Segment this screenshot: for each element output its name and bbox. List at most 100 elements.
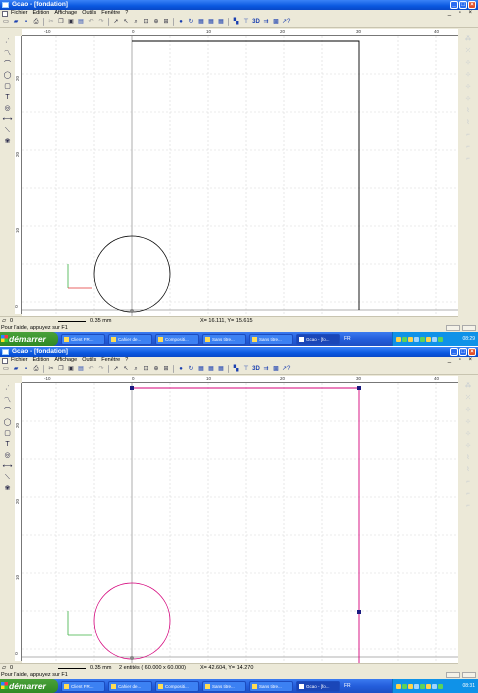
undo-icon[interactable]: ↶ (87, 365, 95, 373)
text-tool-icon[interactable]: T (3, 93, 13, 102)
refresh-icon[interactable]: ↻ (187, 18, 195, 26)
clock[interactable]: 08:29 (462, 336, 475, 342)
task-button[interactable]: Cahier de... (108, 680, 152, 692)
window-titlebar[interactable]: Gcao - [fondation] _ □ × (0, 0, 478, 10)
chamfer-icon[interactable]: ⌐ (463, 490, 473, 498)
drawing-svg[interactable] (22, 383, 458, 663)
zoom-icon[interactable]: ⌕ (132, 365, 140, 373)
tray-icon[interactable] (426, 683, 431, 689)
clock[interactable]: 08:31 (462, 683, 475, 689)
task-button[interactable]: Client FR... (61, 333, 105, 345)
copy-icon[interactable]: ❐ (57, 18, 65, 26)
language-indicator[interactable]: FR (344, 336, 351, 342)
chart3-icon[interactable]: ▦ (217, 18, 225, 26)
symbol-tool-icon[interactable]: ❀ (3, 484, 13, 493)
paste-icon[interactable]: ▣ (67, 18, 75, 26)
menu-fichier[interactable]: Fichier (11, 357, 28, 364)
copy-entity-icon[interactable]: ⤫ (463, 47, 473, 55)
select-arrow-icon[interactable]: ➚ (112, 365, 120, 373)
tray-icon[interactable] (432, 336, 437, 342)
dimension-tool-icon[interactable]: ⟷ (3, 462, 13, 471)
zoom-in-icon[interactable]: ⊕ (152, 18, 160, 26)
menu-outils[interactable]: Outils (82, 10, 96, 17)
task-button[interactable]: Compositi... (155, 680, 199, 692)
tray-icon[interactable] (408, 336, 413, 342)
offset-icon[interactable]: ⌇ (463, 107, 473, 115)
document-icon[interactable] (2, 10, 8, 17)
open-icon[interactable]: ▰ (12, 18, 20, 26)
hatch-tool-icon[interactable]: ◎ (3, 451, 13, 460)
trim-tool-icon[interactable]: ⟍ (3, 126, 13, 135)
break-icon[interactable]: ⌇ (463, 466, 473, 474)
mirror-icon[interactable]: ⊹ (463, 71, 473, 79)
tray-icon[interactable] (414, 336, 419, 342)
dimension-icon[interactable]: ⊤ (242, 365, 250, 373)
offset-icon[interactable]: ⌇ (463, 454, 473, 462)
print-icon[interactable]: ⎙ (32, 365, 40, 373)
drawing-canvas[interactable] (22, 383, 458, 663)
window-titlebar[interactable]: Gcao - [fondation] _ □ × (0, 347, 478, 357)
maximize-button[interactable]: □ (459, 348, 467, 356)
tray-icon[interactable] (414, 683, 419, 689)
rectangle-entity-selected[interactable] (132, 387, 360, 663)
rotate-icon[interactable]: ⊹ (463, 406, 473, 414)
task-button[interactable]: Compositi... (155, 333, 199, 345)
minimize-button[interactable]: _ (450, 1, 458, 9)
help-pointer-icon[interactable]: ↗? (282, 18, 290, 26)
move-icon[interactable]: ⁂ (463, 382, 473, 390)
hatch-tool-icon[interactable]: ◎ (3, 104, 13, 113)
arc-tool-icon[interactable]: ⌒ (3, 60, 13, 69)
globe-icon[interactable]: ● (177, 18, 185, 26)
mdi-window-controls[interactable]: _ ▫ × (448, 10, 475, 17)
open-icon[interactable]: ▰ (12, 365, 20, 373)
explode-icon[interactable]: ⌐ (463, 155, 473, 163)
polyline-tool-icon[interactable]: 〽 (3, 49, 13, 58)
tray-icon[interactable] (420, 336, 425, 342)
scale-icon[interactable]: ⊹ (463, 83, 473, 91)
undo-icon[interactable]: ↶ (87, 18, 95, 26)
cut-icon[interactable]: ✂ (47, 18, 55, 26)
chart-icon[interactable]: ▦ (197, 18, 205, 26)
export-icon[interactable]: ⇉ (262, 18, 270, 26)
menu-fenetre[interactable]: Fenêtre (101, 10, 120, 17)
chart3-icon[interactable]: ▦ (217, 365, 225, 373)
task-button-active[interactable]: Gcao - [fo... (296, 680, 340, 692)
stretch-icon[interactable]: ⊹ (463, 95, 473, 103)
tray-icon[interactable] (438, 683, 443, 689)
tray-icon[interactable] (438, 336, 443, 342)
copy-icon[interactable]: ❐ (57, 365, 65, 373)
print-preview-icon[interactable]: ▩ (272, 18, 280, 26)
chart2-icon[interactable]: ▦ (207, 365, 215, 373)
menu-outils[interactable]: Outils (82, 357, 96, 364)
redo-icon[interactable]: ↷ (97, 365, 105, 373)
tray-icon[interactable] (396, 336, 401, 342)
zoom-in-icon[interactable]: ⊕ (152, 365, 160, 373)
mdi-window-controls[interactable]: _ ▫ × (448, 357, 475, 364)
task-button[interactable]: Cahier de... (108, 333, 152, 345)
task-button[interactable]: Sans titre... (202, 333, 246, 345)
window-icon[interactable]: ▤ (77, 365, 85, 373)
explode-icon[interactable]: ⌐ (463, 502, 473, 510)
language-indicator[interactable]: FR (344, 683, 351, 689)
chart2-icon[interactable]: ▦ (207, 18, 215, 26)
move-icon[interactable]: ⁂ (463, 35, 473, 43)
rotate-icon[interactable]: ⊹ (463, 59, 473, 67)
tray-icon[interactable] (396, 683, 401, 689)
circle-tool-icon[interactable]: ◯ (3, 418, 13, 427)
paste-icon[interactable]: ▣ (67, 365, 75, 373)
symbol-tool-icon[interactable]: ❀ (3, 137, 13, 146)
circle-tool-icon[interactable]: ◯ (3, 71, 13, 80)
chamfer-icon[interactable]: ⌐ (463, 143, 473, 151)
grip-handle[interactable] (357, 610, 361, 614)
menu-fichier[interactable]: Fichier (11, 10, 28, 17)
task-button[interactable]: Client FR... (61, 680, 105, 692)
save-icon[interactable]: ▪ (22, 18, 30, 26)
view-3d-icon[interactable]: 3D (252, 18, 260, 26)
tray-icon[interactable] (402, 336, 407, 342)
node-select-icon[interactable]: ↖ (122, 18, 130, 26)
arc-tool-icon[interactable]: ⌒ (3, 407, 13, 416)
new-icon[interactable]: ▭ (2, 18, 10, 26)
window-icon[interactable]: ▤ (77, 18, 85, 26)
start-button[interactable]: démarrer (0, 679, 58, 693)
zoom-all-icon[interactable]: ⊞ (162, 365, 170, 373)
